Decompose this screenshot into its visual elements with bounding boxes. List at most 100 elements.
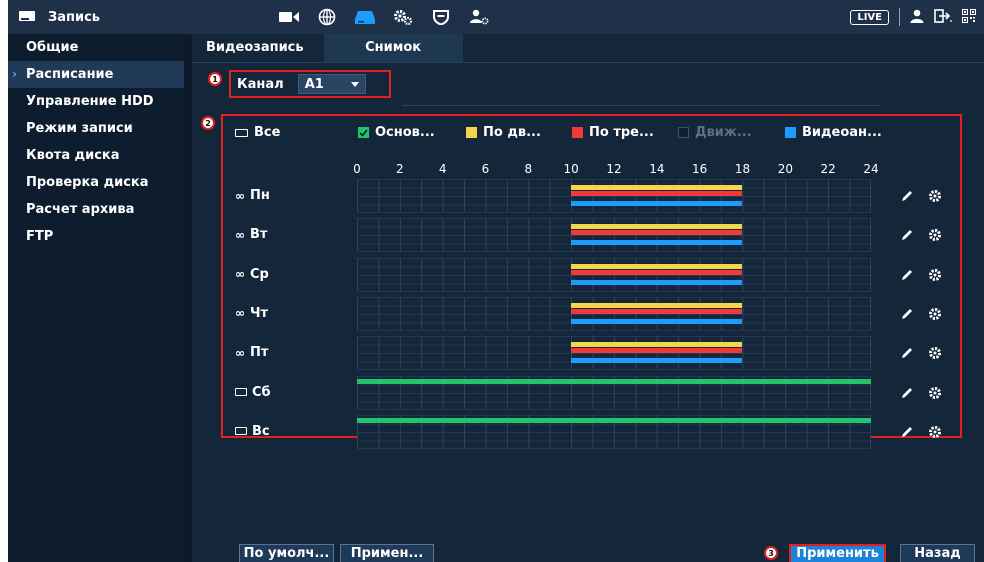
gear-icon[interactable] bbox=[927, 424, 943, 440]
schedule-bar-motion[interactable] bbox=[571, 263, 743, 269]
day-label-fri[interactable]: ∞ Пт bbox=[235, 345, 268, 360]
edit-pencil-icon[interactable] bbox=[899, 424, 915, 440]
unlink-box-icon bbox=[235, 388, 247, 396]
shield-icon[interactable] bbox=[422, 0, 460, 34]
day-timeline[interactable] bbox=[357, 414, 871, 449]
checkbox-checked-icon bbox=[358, 127, 369, 138]
day-label-wed[interactable]: ∞ Ср bbox=[235, 267, 269, 282]
apply-button[interactable]: Применить bbox=[789, 544, 886, 562]
copy-button[interactable]: Примен... bbox=[340, 544, 434, 562]
sidebar-item-archive-calc[interactable]: Расчет архива bbox=[8, 196, 184, 223]
day-label-sat[interactable]: Сб bbox=[235, 385, 271, 400]
day-label-thu[interactable]: ∞ Чт bbox=[235, 306, 268, 321]
legend-motion[interactable]: По дв... bbox=[466, 125, 541, 140]
callout-badge-2: 2 bbox=[201, 116, 215, 130]
day-row-sun: Вс bbox=[223, 414, 964, 449]
storage-icon[interactable] bbox=[346, 0, 384, 34]
sidebar-item-hdd-management[interactable]: Управление HDD bbox=[8, 88, 184, 115]
sidebar-item-general[interactable]: Общие bbox=[8, 34, 184, 61]
legend-label: Все bbox=[254, 125, 281, 140]
legend-alarm[interactable]: По тре... bbox=[572, 125, 654, 140]
day-row-tue: ∞ Вт bbox=[223, 218, 964, 253]
schedule-bar-alarm[interactable] bbox=[571, 191, 743, 196]
row-actions bbox=[899, 345, 943, 361]
link-icon: ∞ bbox=[235, 227, 245, 242]
channel-value: A1 bbox=[304, 76, 324, 92]
schedule-bar-general[interactable] bbox=[357, 417, 871, 423]
day-label-tue[interactable]: ∞ Вт bbox=[235, 227, 267, 242]
schedule-bar-alarm[interactable] bbox=[571, 348, 743, 354]
hour-tick-label: 6 bbox=[481, 162, 490, 176]
sidebar-item-record-mode[interactable]: Режим записи bbox=[8, 115, 184, 142]
camera-icon[interactable] bbox=[270, 0, 308, 34]
channel-dropdown[interactable]: A1 bbox=[297, 74, 366, 94]
default-button[interactable]: По умолч... bbox=[239, 544, 334, 562]
sidebar-item-ftp[interactable]: FTP bbox=[8, 223, 184, 250]
hour-tick-label: 20 bbox=[777, 162, 793, 176]
back-button[interactable]: Назад bbox=[900, 544, 975, 562]
schedule-bar-analytics[interactable] bbox=[571, 201, 743, 206]
schedule-editor: Все Основ... По дв... По тре... Движ... Видео… bbox=[221, 114, 964, 449]
edit-pencil-icon[interactable] bbox=[899, 385, 915, 401]
day-timeline[interactable] bbox=[357, 218, 871, 253]
edit-pencil-icon[interactable] bbox=[899, 306, 915, 322]
live-button[interactable]: LIVE bbox=[850, 9, 889, 25]
day-name: Пн bbox=[250, 188, 270, 203]
account-settings-icon[interactable] bbox=[460, 0, 498, 34]
bottom-button-bar: По умолч... Примен... Применить Назад bbox=[192, 540, 984, 562]
day-row-sat: Сб bbox=[223, 375, 964, 410]
user-icon[interactable] bbox=[910, 9, 924, 26]
chevron-down-icon bbox=[350, 81, 359, 87]
schedule-bar-motion[interactable] bbox=[571, 224, 743, 230]
channel-selector-group: Канал A1 bbox=[229, 70, 391, 98]
gear-icon[interactable] bbox=[927, 385, 943, 401]
logout-icon[interactable] bbox=[934, 8, 952, 26]
unlink-box-icon bbox=[235, 427, 247, 436]
recording-menu-icon[interactable] bbox=[18, 9, 36, 26]
day-timeline[interactable] bbox=[357, 375, 871, 410]
schedule-bar-motion[interactable] bbox=[571, 342, 743, 348]
edit-pencil-icon[interactable] bbox=[899, 227, 915, 243]
sidebar-item-schedule[interactable]: Расписание bbox=[8, 61, 184, 88]
day-label-sun[interactable]: Вс bbox=[235, 424, 270, 439]
schedule-bar-alarm[interactable] bbox=[571, 269, 743, 275]
schedule-bar-analytics[interactable] bbox=[571, 318, 743, 324]
gear-icon[interactable] bbox=[927, 188, 943, 204]
day-row-fri: ∞ Пт bbox=[223, 336, 964, 371]
schedule-bar-general[interactable] bbox=[357, 378, 871, 384]
schedule-bar-analytics[interactable] bbox=[571, 240, 743, 246]
edit-pencil-icon[interactable] bbox=[899, 188, 915, 204]
schedule-bar-analytics[interactable] bbox=[571, 279, 743, 285]
day-label-mon[interactable]: ∞ Пн bbox=[235, 188, 270, 203]
tab-snapshot[interactable]: Снимок bbox=[323, 34, 463, 62]
gear-icon[interactable] bbox=[927, 345, 943, 361]
gear-icon[interactable] bbox=[927, 306, 943, 322]
edit-pencil-icon[interactable] bbox=[899, 345, 915, 361]
legend-all[interactable]: Все bbox=[235, 125, 280, 140]
tab-video-recording[interactable]: Видеозапись bbox=[192, 34, 324, 62]
qr-code-icon[interactable] bbox=[962, 8, 976, 26]
schedule-bar-motion[interactable] bbox=[571, 302, 743, 308]
day-timeline[interactable] bbox=[357, 336, 871, 371]
edit-pencil-icon[interactable] bbox=[899, 267, 915, 283]
app-title: Запись bbox=[48, 9, 101, 25]
day-name: Вс bbox=[252, 423, 270, 439]
schedule-bar-motion[interactable] bbox=[571, 185, 743, 190]
schedule-bar-alarm[interactable] bbox=[571, 230, 743, 236]
legend-general[interactable]: Основ... bbox=[358, 125, 435, 140]
hour-axis: 0 2 4 6 8 10 12 14 16 18 20 22 24 bbox=[223, 162, 964, 176]
sidebar-item-disk-check[interactable]: Проверка диска bbox=[8, 169, 184, 196]
network-icon[interactable] bbox=[308, 0, 346, 34]
gear-icon[interactable] bbox=[927, 227, 943, 243]
day-timeline[interactable] bbox=[357, 179, 871, 213]
legend-video-analytics[interactable]: Видеоан... bbox=[785, 125, 882, 140]
day-timeline[interactable] bbox=[357, 257, 871, 292]
schedule-bar-alarm[interactable] bbox=[571, 308, 743, 314]
gear-icon[interactable] bbox=[927, 267, 943, 283]
day-timeline[interactable] bbox=[357, 296, 871, 331]
settings-icon[interactable] bbox=[384, 0, 422, 34]
schedule-bar-analytics[interactable] bbox=[571, 358, 743, 364]
link-icon: ∞ bbox=[235, 188, 245, 203]
hour-tick-label: 24 bbox=[863, 162, 879, 176]
sidebar-item-disk-quota[interactable]: Квота диска bbox=[8, 142, 184, 169]
